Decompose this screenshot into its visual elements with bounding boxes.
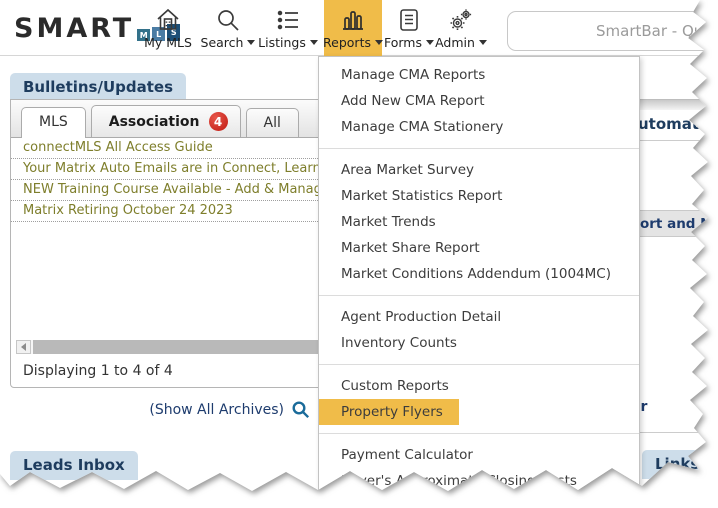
document-icon bbox=[396, 7, 422, 33]
screenshot-stage: SMART M L S My MLS Search Listings Repor… bbox=[0, 0, 718, 508]
nav-label-forms: Forms bbox=[384, 35, 423, 50]
menu-item-add-new-cma-report[interactable]: Add New CMA Report bbox=[319, 88, 639, 114]
menu-item-market-statistics-report[interactable]: Market Statistics Report bbox=[319, 183, 639, 209]
nav-label-search: Search bbox=[200, 35, 244, 50]
menu-item-manage-cma-reports[interactable]: Manage CMA Reports bbox=[319, 62, 639, 88]
tab-association[interactable]: Association 4 bbox=[90, 105, 241, 137]
links-header: Links bbox=[642, 450, 708, 479]
nav-label-reports: Reports bbox=[323, 35, 371, 50]
nav-label-listings: Listings bbox=[258, 35, 306, 50]
list-icon bbox=[275, 7, 301, 33]
caret-down-icon bbox=[374, 40, 383, 45]
tab-mls[interactable]: MLS bbox=[21, 107, 86, 138]
nav-item-search[interactable]: Search bbox=[200, 0, 256, 56]
caret-down-icon bbox=[247, 40, 256, 45]
menu-item-property-flyers[interactable]: Property Flyers bbox=[319, 399, 459, 425]
torn-edge-wrapper: SMART M L S My MLS Search Listings Repor… bbox=[0, 0, 718, 508]
leads-inbox-header: Leads Inbox bbox=[10, 451, 138, 480]
menu-item-agent-production-detail[interactable]: Agent Production Detail bbox=[319, 304, 639, 330]
nav-item-my-mls[interactable]: My MLS bbox=[144, 0, 192, 56]
menu-divider bbox=[319, 364, 639, 365]
nav-item-forms[interactable]: Forms bbox=[384, 0, 435, 56]
smartbar-search-input[interactable] bbox=[507, 11, 708, 51]
archives-search-icon[interactable] bbox=[291, 400, 310, 419]
reports-dropdown-menu: Manage CMA Reports Add New CMA Report Ma… bbox=[318, 56, 640, 491]
caret-down-icon bbox=[426, 40, 435, 45]
gears-icon bbox=[448, 7, 474, 33]
menu-item-inventory-counts[interactable]: Inventory Counts bbox=[319, 330, 639, 356]
nav-label-my-mls: My MLS bbox=[144, 35, 192, 50]
menu-item-market-share-report[interactable]: Market Share Report bbox=[319, 235, 639, 261]
menu-item-buyers-approximate-closing-costs[interactable]: Buyer's Approximate Closing Costs bbox=[319, 468, 639, 491]
tab-all[interactable]: All bbox=[245, 108, 299, 137]
scroll-left-arrow[interactable] bbox=[16, 340, 31, 354]
show-all-archives-link[interactable]: (Show All Archives) bbox=[149, 402, 284, 418]
nav-item-admin[interactable]: Admin bbox=[434, 0, 488, 56]
bulletins-updates-header: Bulletins/Updates bbox=[10, 73, 187, 102]
nav-label-admin: Admin bbox=[435, 35, 475, 50]
top-navigation-bar: SMART M L S My MLS Search Listings Repor… bbox=[0, 0, 708, 56]
menu-item-custom-reports[interactable]: Custom Reports bbox=[319, 373, 639, 399]
menu-divider bbox=[319, 295, 639, 296]
menu-item-area-market-survey[interactable]: Area Market Survey bbox=[319, 157, 639, 183]
nav-item-reports[interactable]: Reports bbox=[323, 0, 383, 56]
menu-item-payment-calculator[interactable]: Payment Calculator bbox=[319, 442, 639, 468]
search-icon bbox=[215, 7, 241, 33]
menu-divider bbox=[319, 433, 639, 434]
home-icon bbox=[155, 7, 181, 33]
menu-item-manage-cma-stationery[interactable]: Manage CMA Stationery bbox=[319, 114, 639, 140]
caret-down-icon bbox=[309, 40, 318, 45]
archives-row: (Show All Archives) bbox=[10, 400, 310, 419]
association-count-badge: 4 bbox=[208, 112, 228, 131]
menu-item-market-conditions-addendum[interactable]: Market Conditions Addendum (1004MC) bbox=[319, 261, 639, 287]
bar-chart-icon bbox=[340, 7, 366, 33]
menu-divider bbox=[319, 148, 639, 149]
nav-item-listings[interactable]: Listings bbox=[258, 0, 318, 56]
caret-down-icon bbox=[478, 40, 487, 45]
menu-item-market-trends[interactable]: Market Trends bbox=[319, 209, 639, 235]
logo-word: SMART bbox=[14, 13, 135, 44]
